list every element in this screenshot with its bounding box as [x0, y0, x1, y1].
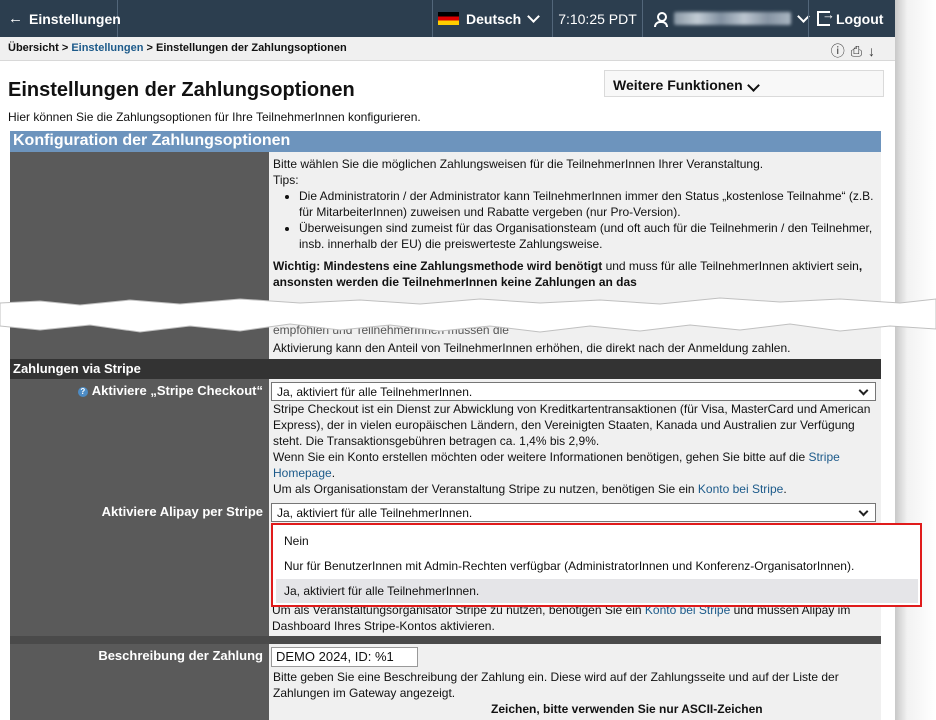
- arrow-left-icon: ←: [8, 10, 23, 27]
- page-edge-shadow: [895, 0, 936, 720]
- payment-description-value: DEMO 2024, ID: %1: [276, 649, 394, 664]
- alipay-dropdown-list: Nein Nur für BenutzerInnen mit Admin-Rec…: [271, 523, 922, 607]
- clock-time: 7:10:25 PDT: [558, 10, 637, 27]
- print-icon[interactable]: ⎙: [851, 43, 868, 59]
- breadcrumb: Übersicht > Einstellungen > Einstellunge…: [0, 37, 895, 61]
- alipay-label-cell: Aktiviere Alipay per Stripe: [10, 500, 269, 636]
- alipay-option-admin-only[interactable]: Nur für BenutzerInnen mit Admin-Rechten …: [276, 554, 918, 578]
- breadcrumb-separator: >: [61, 42, 69, 54]
- page-intro: Hier können Sie die Zahlungsoptionen für…: [8, 110, 421, 124]
- logout-button[interactable]: Logout: [808, 0, 895, 37]
- tips-list: Die Administratorin / der Administrator …: [273, 188, 877, 252]
- tip-item: Überweisungen sind zumeist für das Organ…: [299, 220, 877, 252]
- chevron-down-icon: [746, 79, 760, 92]
- page: ← Einstellungen Deutsch 7:10:25 PDT Logo…: [0, 0, 895, 720]
- alipay-select-value: Ja, aktiviert für alle TeilnehmerInnen.: [277, 506, 473, 520]
- breadcrumb-settings-link[interactable]: Einstellungen: [71, 42, 143, 54]
- language-label: Deutsch: [466, 10, 522, 27]
- page-tools: ⓘ⎙↓: [831, 41, 881, 61]
- important-note: Wichtig: Mindestens eine Zahlungsmethode…: [273, 258, 877, 290]
- alipay-option-all[interactable]: Ja, aktiviert für alle TeilnehmerInnen.: [276, 579, 918, 603]
- back-label: Einstellungen: [29, 10, 121, 27]
- user-icon: [654, 11, 668, 27]
- more-functions-label: Weitere Funktionen: [613, 77, 743, 93]
- user-menu[interactable]: [642, 0, 810, 37]
- stripe-section-heading: Zahlungen via Stripe: [10, 359, 881, 379]
- important-text: und muss für alle TeilnehmerInnen aktivi…: [602, 259, 859, 273]
- stripe-account-text: Um als Organisationstam der Veranstaltun…: [273, 482, 698, 496]
- payment-desc-partial: Zeichen, bitte verwenden Sie nur ASCII-Z…: [491, 702, 763, 716]
- username-blurred: [673, 12, 792, 25]
- tip-item: Die Administratorin / der Administrator …: [299, 188, 877, 220]
- config-section-heading: Konfiguration der Zahlungsoptionen: [10, 131, 881, 152]
- more-functions-button[interactable]: Weitere Funktionen: [604, 70, 884, 97]
- breadcrumb-separator: >: [146, 42, 153, 54]
- clock: 7:10:25 PDT: [552, 0, 642, 37]
- tips-label: Tips:: [273, 173, 299, 187]
- payment-desc-label: Beschreibung der Zahlung: [98, 648, 263, 663]
- logout-label: Logout: [836, 10, 884, 27]
- stripe-checkout-label: Aktiviere „Stripe Checkout“: [91, 383, 263, 398]
- download-icon[interactable]: ↓: [868, 43, 881, 59]
- top-bar: ← Einstellungen Deutsch 7:10:25 PDT Logo…: [0, 0, 895, 37]
- stripe-account-line: Um als Organisationstam der Veranstaltun…: [273, 482, 787, 496]
- logout-icon: [817, 7, 835, 26]
- help-icon[interactable]: ⓘ: [831, 43, 851, 59]
- help-icon[interactable]: ?: [77, 387, 88, 397]
- alipay-option-no[interactable]: Nein: [276, 529, 918, 553]
- stripe-checkout-desc: Stripe Checkout ist ein Dienst zur Abwic…: [273, 402, 871, 448]
- payment-description-input[interactable]: DEMO 2024, ID: %1: [271, 647, 418, 667]
- language-selector[interactable]: Deutsch: [432, 0, 552, 37]
- activation-note: Aktivierung kann den Anteil von Teilnehm…: [273, 341, 791, 355]
- chevron-down-icon: [527, 9, 541, 23]
- back-to-settings-button[interactable]: ← Einstellungen: [0, 0, 121, 37]
- breadcrumb-current: Einstellungen der Zahlungsoptionen: [156, 42, 347, 54]
- alipay-label: Aktiviere Alipay per Stripe: [101, 504, 263, 519]
- breadcrumb-overview[interactable]: Übersicht: [8, 42, 59, 54]
- alipay-select[interactable]: Ja, aktiviert für alle TeilnehmerInnen.: [271, 503, 876, 522]
- stripe-homepage-line: Wenn Sie ein Konto erstellen möchten ode…: [273, 450, 840, 480]
- german-flag-icon: [438, 12, 459, 25]
- chevron-down-icon: [858, 385, 869, 396]
- stripe-checkout-select[interactable]: Ja, aktiviert für alle TeilnehmerInnen.: [271, 382, 876, 401]
- page-title: Einstellungen der Zahlungsoptionen: [8, 79, 355, 101]
- torn-paper-effect: [0, 297, 936, 333]
- payment-desc-help: Bitte geben Sie eine Beschreibung der Za…: [273, 670, 839, 700]
- stripe-account-link[interactable]: Konto bei Stripe: [698, 482, 783, 496]
- chevron-down-icon: [858, 506, 869, 517]
- stripe-homepage-text: Wenn Sie ein Konto erstellen möchten ode…: [273, 450, 809, 464]
- important-bold: Wichtig: Mindestens eine Zahlungsmethode…: [273, 259, 603, 273]
- payment-desc-label-cell: Beschreibung der Zahlung: [10, 644, 269, 720]
- stripe-checkout-select-value: Ja, aktiviert für alle TeilnehmerInnen.: [277, 385, 473, 399]
- section-divider: [10, 636, 881, 644]
- stripe-checkout-label-cell: ? Aktiviere „Stripe Checkout“: [10, 379, 269, 500]
- config-intro-text: Bitte wählen Sie die möglichen Zahlungsw…: [273, 157, 764, 171]
